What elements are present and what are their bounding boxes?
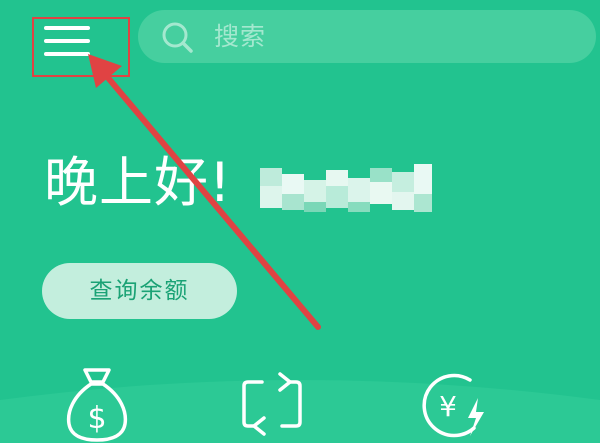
search-placeholder: 搜索	[214, 22, 267, 51]
svg-text:¥: ¥	[439, 390, 457, 423]
search-icon	[162, 22, 193, 53]
money-bag-dollar-icon[interactable]: $	[57, 364, 137, 443]
search-bar[interactable]: 搜索	[138, 10, 596, 63]
menu-button[interactable]	[32, 17, 128, 75]
greeting-text: 晚上好!	[44, 151, 232, 214]
hamburger-menu-icon	[44, 26, 90, 56]
svg-text:$: $	[87, 401, 106, 436]
query-balance-button[interactable]: 查询余额	[42, 263, 237, 319]
yuan-lightning-icon[interactable]: ¥	[414, 364, 494, 443]
app-screen: 搜索 晚上好! 查询余额 $ ¥	[0, 0, 600, 443]
username-blurred	[260, 164, 432, 212]
transfer-arrows-icon[interactable]	[232, 364, 312, 443]
